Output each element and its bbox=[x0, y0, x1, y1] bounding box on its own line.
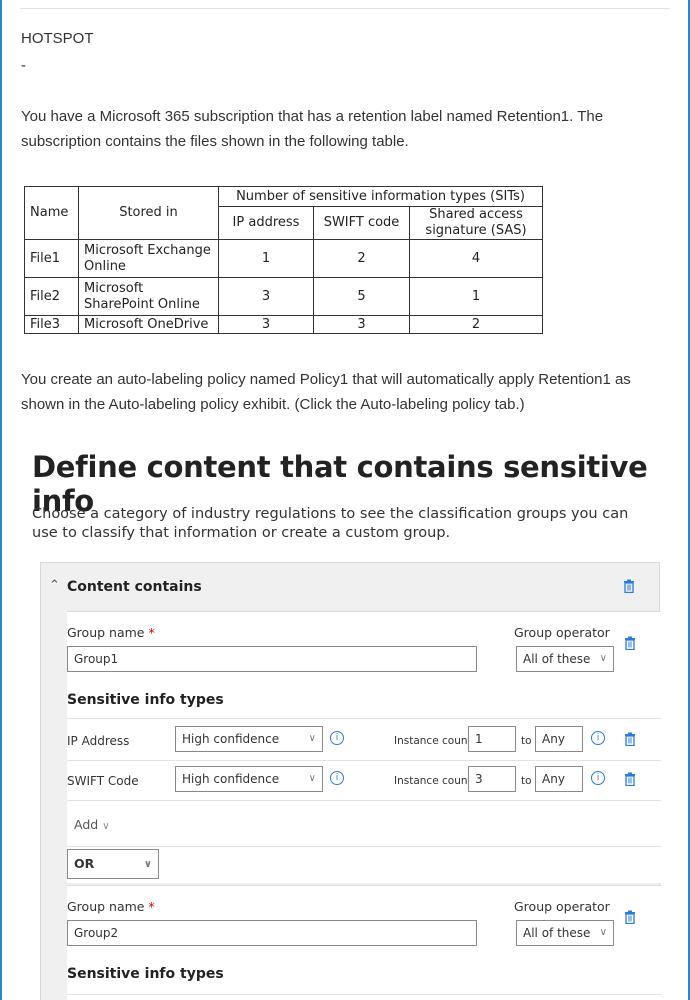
chevron-down-icon: ∨ bbox=[308, 773, 316, 784]
table-row: File1 Microsoft Exchange Online 1 2 4 bbox=[24, 239, 543, 278]
cell-sas: 2 bbox=[409, 315, 543, 334]
cell-name: File2 bbox=[24, 277, 79, 316]
cell-ip: 3 bbox=[218, 315, 314, 334]
cell-swift: 5 bbox=[313, 277, 410, 316]
cell-stored-in: Microsoft SharePoint Online bbox=[78, 277, 219, 316]
delete-icon[interactable] bbox=[624, 732, 636, 746]
content-contains-header[interactable]: ⌃ Content contains bbox=[41, 563, 659, 611]
to-label: to bbox=[521, 775, 532, 787]
group2-operator-select[interactable]: All of these ∨ bbox=[516, 920, 614, 946]
header-sit-group: Number of sensitive information types (S… bbox=[218, 186, 543, 207]
chevron-down-icon: ∨ bbox=[308, 733, 316, 744]
divider bbox=[67, 760, 661, 761]
question-paragraph-2: You create an auto-labeling policy named… bbox=[21, 371, 631, 413]
divider bbox=[67, 800, 661, 801]
question-paragraph-1: You have a Microsoft 365 subscription th… bbox=[21, 108, 604, 150]
cell-name: File1 bbox=[24, 239, 79, 278]
delete-icon[interactable] bbox=[623, 579, 635, 593]
content-contains-panel: ⌃ Content contains Group name * Group op… bbox=[40, 562, 661, 1000]
delete-icon[interactable] bbox=[624, 910, 636, 924]
group2-operator-label: Group operator bbox=[514, 899, 610, 914]
instance-count-label: Instance count bbox=[394, 735, 472, 747]
table-row: File2 Microsoft SharePoint Online 3 5 1 bbox=[24, 277, 543, 316]
chevron-up-icon[interactable]: ⌃ bbox=[49, 577, 60, 593]
group1-name-input[interactable]: Group1 bbox=[67, 646, 477, 672]
cell-stored-in: Microsoft Exchange Online bbox=[78, 239, 219, 278]
divider bbox=[67, 994, 661, 995]
instance-count-label: Instance count bbox=[394, 775, 472, 787]
instance-min-input[interactable]: 3 bbox=[468, 766, 516, 792]
instance-max-input[interactable]: Any bbox=[535, 766, 583, 792]
delete-icon[interactable] bbox=[624, 636, 636, 650]
info-icon[interactable]: i bbox=[330, 771, 344, 785]
chevron-down-icon: ∨ bbox=[599, 927, 607, 938]
group1-card: Group name * Group operator Group1 All o… bbox=[67, 611, 661, 883]
instance-min-input[interactable]: 1 bbox=[468, 726, 516, 752]
info-icon[interactable]: i bbox=[330, 731, 344, 745]
cell-sas: 4 bbox=[409, 239, 543, 278]
cell-ip: 1 bbox=[218, 239, 314, 278]
chevron-down-icon: ∨ bbox=[143, 859, 152, 870]
question-type-label: HOTSPOT bbox=[21, 30, 94, 47]
header-sas: Shared access signature (SAS) bbox=[409, 206, 543, 240]
group2-sit-title: Sensitive info types bbox=[67, 966, 224, 982]
header-name: Name bbox=[24, 186, 79, 240]
instance-max-input[interactable]: Any bbox=[535, 726, 583, 752]
confidence-select[interactable]: High confidence ∨ bbox=[175, 726, 323, 752]
chevron-down-icon: ∨ bbox=[599, 653, 607, 664]
add-button[interactable]: Add ∨ bbox=[74, 817, 110, 832]
divider bbox=[67, 718, 661, 719]
divider bbox=[20, 8, 670, 9]
group1-operator-select[interactable]: All of these ∨ bbox=[516, 646, 614, 672]
sit-name: IP Address bbox=[67, 734, 130, 748]
to-label: to bbox=[521, 735, 532, 747]
dash: - bbox=[21, 57, 26, 74]
group2-name-label: Group name * bbox=[67, 899, 155, 914]
files-table: Name Stored in Number of sensitive infor… bbox=[24, 186, 543, 334]
chevron-down-icon: ∨ bbox=[102, 821, 110, 832]
group1-sit-title: Sensitive info types bbox=[67, 692, 224, 708]
sit-name: SWIFT Code bbox=[67, 774, 139, 788]
connector-select[interactable]: OR ∨ bbox=[67, 849, 159, 879]
info-icon[interactable]: i bbox=[591, 731, 605, 745]
header-ip: IP address bbox=[218, 206, 314, 240]
group1-operator-label: Group operator bbox=[514, 625, 610, 640]
header-stored-in: Stored in bbox=[78, 186, 219, 240]
confidence-select[interactable]: High confidence ∨ bbox=[175, 766, 323, 792]
info-icon[interactable]: i bbox=[591, 771, 605, 785]
exhibit-intro: Choose a category of industry regulation… bbox=[32, 506, 629, 541]
exhibit-screenshot: Define content that contains sensitive i… bbox=[14, 440, 676, 1000]
cell-swift: 2 bbox=[313, 239, 410, 278]
divider bbox=[67, 846, 661, 847]
cell-ip: 3 bbox=[218, 277, 314, 316]
cell-swift: 3 bbox=[313, 315, 410, 334]
page-frame-left bbox=[0, 0, 2, 1000]
cell-stored-in: Microsoft OneDrive bbox=[78, 315, 219, 334]
group2-card: Group name * Group operator Group2 All o… bbox=[67, 885, 661, 1000]
group2-name-input[interactable]: Group2 bbox=[67, 920, 477, 946]
header-swift: SWIFT code bbox=[313, 206, 410, 240]
cell-name: File3 bbox=[24, 315, 79, 334]
content-contains-title: Content contains bbox=[67, 579, 202, 595]
delete-icon[interactable] bbox=[624, 772, 636, 786]
table-row: File3 Microsoft OneDrive 3 3 2 bbox=[24, 315, 543, 334]
group1-name-label: Group name * bbox=[67, 625, 155, 640]
cell-sas: 1 bbox=[409, 277, 543, 316]
